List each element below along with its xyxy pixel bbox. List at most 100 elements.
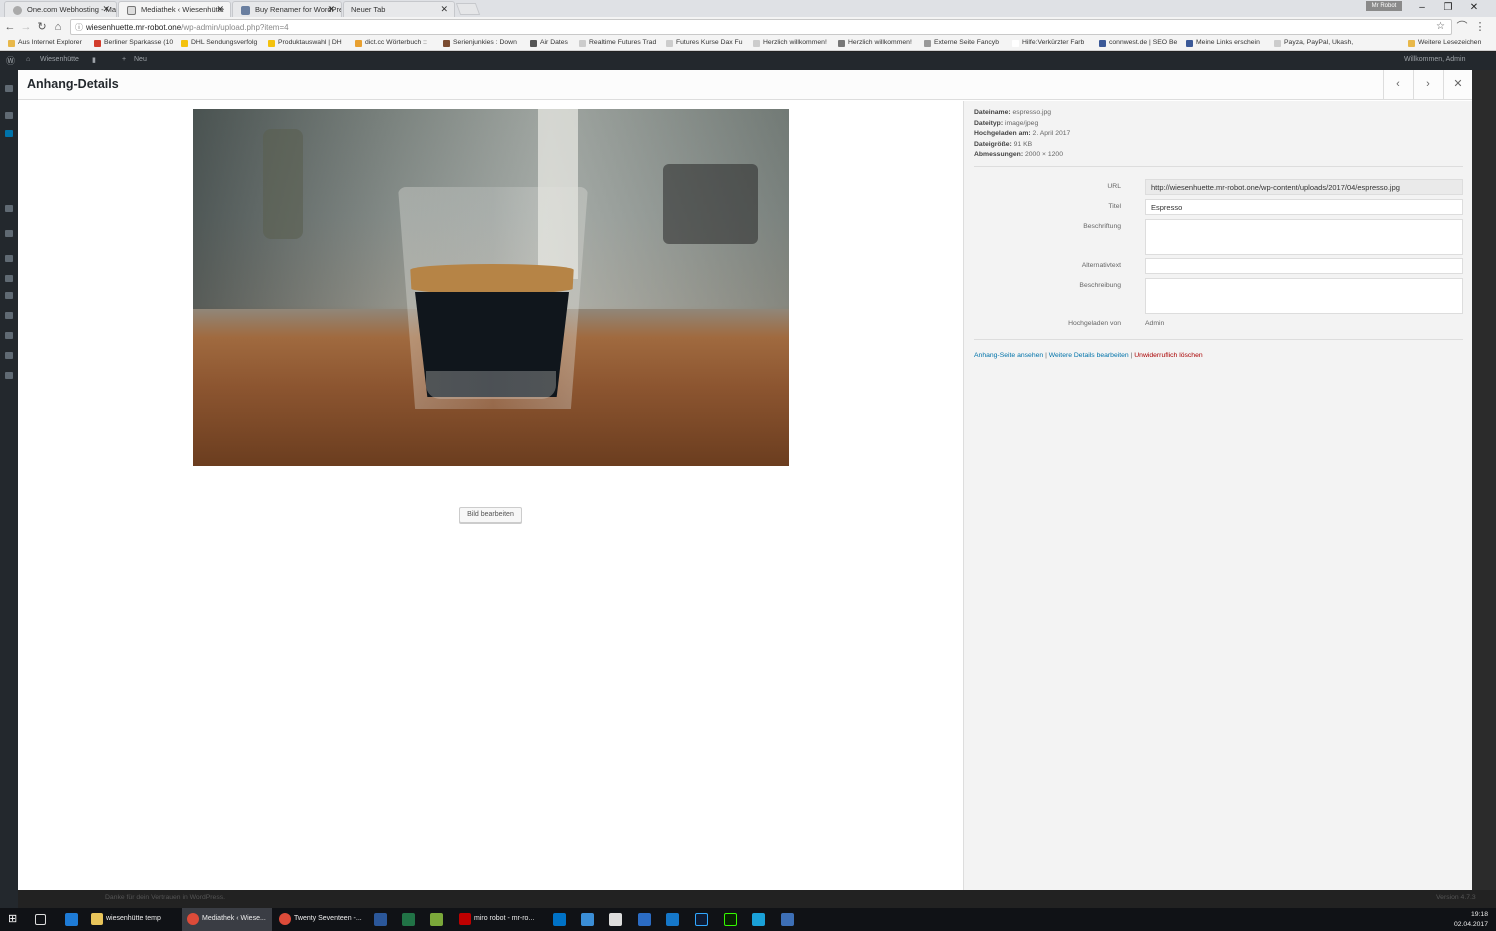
extension-icon[interactable]: ⌒: [1455, 20, 1469, 34]
caption-textarea[interactable]: [1145, 219, 1463, 255]
settings-icon[interactable]: [5, 332, 13, 339]
task-view-icon[interactable]: [35, 914, 46, 925]
bookmark-star-icon[interactable]: ☆: [1436, 21, 1445, 32]
skype-icon[interactable]: [581, 913, 594, 926]
filesize-label: Dateigröße:: [974, 140, 1012, 148]
browser-tab[interactable]: One.com Webhosting - Ma ✕: [4, 1, 117, 17]
bookmark-folder-other[interactable]: Weitere Lesezeichen: [1408, 39, 1481, 47]
description-textarea[interactable]: [1145, 278, 1463, 314]
taskbar-item-label: Twenty Seventeen -...: [294, 915, 362, 922]
bookmark-item[interactable]: dict.cc Wörterbuch ::: [355, 39, 427, 47]
bookmark-item[interactable]: connwest.de | SEO Be: [1099, 39, 1177, 47]
caption-label: Beschriftung: [1083, 223, 1121, 230]
tools-icon[interactable]: [5, 312, 13, 319]
media-icon[interactable]: [5, 130, 13, 137]
filename-value: espresso.jpg: [1012, 109, 1052, 116]
close-icon[interactable]: ✕: [440, 4, 448, 15]
browser-tab-active[interactable]: Mediathek ‹ Wiesenhütte ✕: [118, 1, 231, 17]
taskbar-item-label: wiesenhütte temp: [106, 915, 161, 922]
bookmark-item[interactable]: Realtime Futures Trad: [579, 39, 656, 47]
browser-tab[interactable]: Neuer Tab ✕: [343, 1, 455, 17]
account-greeting[interactable]: Willkommen, Admin: [1404, 56, 1465, 63]
photoshop-icon[interactable]: [695, 913, 708, 926]
address-bar[interactable]: ⓘ wiesenhuette.mr-robot.one/wp-admin/upl…: [70, 19, 1452, 35]
back-icon[interactable]: ←: [3, 20, 17, 34]
bookmark-item[interactable]: DHL Sendungsverfolg: [181, 39, 257, 47]
forward-icon[interactable]: →: [19, 20, 33, 34]
bookmark-item[interactable]: Futures Kurse Dax Fu: [666, 39, 742, 47]
bookmark-item[interactable]: Herzlich willkommen!: [838, 39, 912, 47]
previous-attachment-button[interactable]: ‹: [1383, 70, 1412, 100]
close-modal-button[interactable]: ✕: [1443, 70, 1472, 100]
taskbar-item-active[interactable]: Mediathek ‹ Wiese...: [182, 908, 272, 931]
bookmarks-bar: Aus Internet Explorer Berliner Sparkasse…: [0, 37, 1496, 51]
site-name-link[interactable]: Wiesenhütte: [40, 56, 79, 63]
pages-icon[interactable]: [5, 205, 13, 212]
reload-icon[interactable]: ↻: [35, 20, 49, 34]
help-icon[interactable]: [638, 913, 651, 926]
bookmark-item[interactable]: Berliner Sparkasse (10: [94, 39, 173, 47]
comments-icon[interactable]: [5, 230, 13, 237]
bookmark-item[interactable]: Herzlich willkommen!: [753, 39, 827, 47]
attachment-info-panel: Dateiname: espresso.jpg Dateityp: image/…: [963, 101, 1472, 890]
edit-more-details-link[interactable]: Weitere Details bearbeiten: [1049, 352, 1129, 359]
dashboard-icon[interactable]: [5, 85, 13, 92]
bookmark-item[interactable]: Payza, PayPal, Ukash,: [1274, 39, 1353, 47]
edit-image-button[interactable]: Bild bearbeiten: [459, 507, 522, 523]
wordpress-logo-icon[interactable]: Ⓦ: [6, 54, 15, 67]
window-close-icon[interactable]: ✕: [1461, 0, 1487, 16]
plugins-icon[interactable]: [5, 275, 13, 282]
taskbar-item[interactable]: Twenty Seventeen -...: [274, 908, 364, 931]
globe-icon: [13, 6, 22, 15]
bookmark-item[interactable]: Aus Internet Explorer: [8, 39, 82, 47]
edge-icon[interactable]: [65, 913, 78, 926]
excel-icon[interactable]: [402, 913, 415, 926]
comments-icon[interactable]: ▮: [92, 56, 96, 64]
bookmark-item[interactable]: Hilfe:Verkürzter Farb: [1012, 39, 1084, 47]
taskbar-item[interactable]: miro robot - mr-ro...: [454, 908, 544, 931]
clock-time: 19:18: [1470, 911, 1488, 918]
app-icon[interactable]: [781, 913, 794, 926]
view-attachment-link[interactable]: Anhang-Seite ansehen: [974, 352, 1043, 359]
calculator-icon[interactable]: [609, 913, 622, 926]
close-icon[interactable]: ✕: [216, 4, 224, 15]
minimize-icon[interactable]: –: [1409, 0, 1435, 16]
app-icon[interactable]: [752, 913, 765, 926]
restore-icon[interactable]: ❐: [1435, 0, 1461, 16]
plugin-icon[interactable]: [5, 352, 13, 359]
posts-icon[interactable]: [5, 112, 13, 119]
bookmark-item[interactable]: Serienjunkies : Down: [443, 39, 517, 47]
home-icon[interactable]: ⌂: [26, 56, 30, 63]
app-icon[interactable]: [666, 913, 679, 926]
alt-text-field[interactable]: [1145, 258, 1463, 274]
bookmark-item[interactable]: Externe Seite Fancyb: [924, 39, 999, 47]
url-field[interactable]: http://wiesenhuette.mr-robot.one/wp-cont…: [1145, 179, 1463, 195]
new-tab-button[interactable]: [455, 3, 481, 15]
outlook-icon[interactable]: [553, 913, 566, 926]
word-icon[interactable]: [374, 913, 387, 926]
bookmark-item[interactable]: Meine Links erschein: [1186, 39, 1260, 47]
windows-start-icon[interactable]: ⊞: [8, 913, 21, 926]
plus-icon[interactable]: +: [122, 56, 126, 63]
collapse-icon[interactable]: [5, 372, 13, 379]
delete-permanently-link[interactable]: Unwiderruflich löschen: [1134, 352, 1202, 359]
system-clock[interactable]: 19:18 02.04.2017: [1454, 910, 1488, 930]
close-icon[interactable]: ✕: [327, 4, 335, 15]
home-icon[interactable]: ⌂: [51, 20, 65, 34]
profile-badge[interactable]: Mr Robot: [1366, 1, 1402, 11]
dreamweaver-icon[interactable]: [724, 913, 737, 926]
filename-label: Dateiname:: [974, 109, 1011, 116]
new-content-link[interactable]: Neu: [134, 56, 147, 63]
close-icon[interactable]: ✕: [102, 4, 110, 15]
app-icon[interactable]: [430, 913, 443, 926]
users-icon[interactable]: [5, 292, 13, 299]
bookmark-item[interactable]: Air Dates: [530, 39, 568, 47]
info-icon[interactable]: ⓘ: [75, 22, 83, 33]
bookmark-item[interactable]: Produktauswahl | DH: [268, 39, 342, 47]
appearance-icon[interactable]: [5, 255, 13, 262]
browser-tab[interactable]: Buy Renamer for WordPre ✕: [232, 1, 342, 17]
title-field[interactable]: Espresso: [1145, 199, 1463, 215]
taskbar-item[interactable]: wiesenhütte temp: [86, 908, 180, 931]
menu-icon[interactable]: ⋮: [1473, 20, 1487, 34]
next-attachment-button[interactable]: ›: [1413, 70, 1442, 100]
